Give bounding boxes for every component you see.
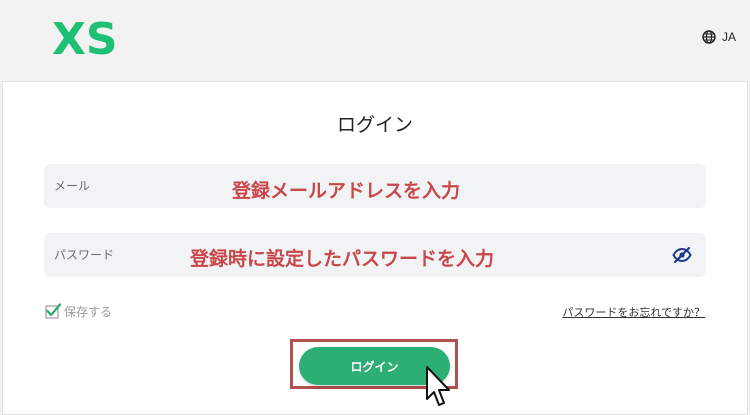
svg-text:XS: XS xyxy=(52,14,118,60)
email-field-wrapper xyxy=(44,164,706,208)
header: XS JA xyxy=(0,0,750,80)
remember-label: 保存する xyxy=(64,304,113,319)
page-title: ログイン xyxy=(336,114,413,136)
mouse-pointer-icon xyxy=(426,366,450,406)
language-label: JA xyxy=(721,30,736,44)
password-field[interactable] xyxy=(44,233,706,277)
remember-me[interactable]: 保存する xyxy=(44,302,112,320)
email-field[interactable] xyxy=(44,164,706,208)
password-field-wrapper xyxy=(44,233,706,277)
forgot-password-link[interactable]: パスワードをお忘れですか？ xyxy=(562,304,705,320)
xs-logo[interactable]: XS xyxy=(52,14,128,60)
globe-icon xyxy=(702,30,716,44)
remember-checkbox[interactable] xyxy=(44,302,62,320)
language-selector[interactable]: JA xyxy=(702,28,736,46)
eye-slash-icon[interactable] xyxy=(672,246,692,264)
